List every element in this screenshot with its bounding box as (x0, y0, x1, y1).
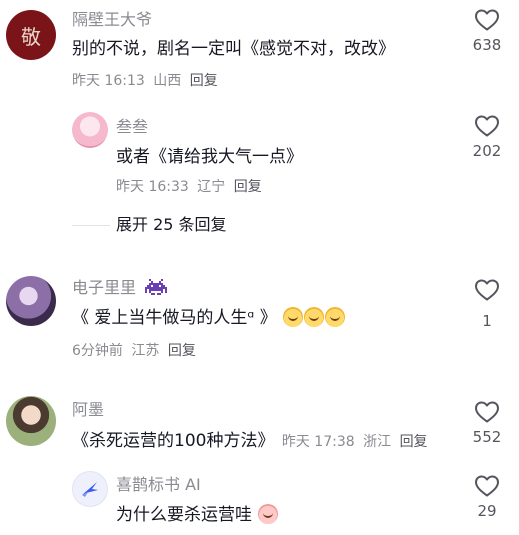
like-button[interactable]: 638 (457, 8, 517, 54)
comment-meta: 昨天 16:33 辽宁 回复 (116, 178, 262, 196)
comment-text-content: 《 爱上当牛做马的人生ᵅ 》 (72, 308, 277, 328)
comment-location: 山西 (153, 73, 182, 89)
like-button[interactable]: 1 (457, 278, 517, 330)
avatar-glyph: 敬 (21, 24, 41, 49)
laughing-emoji-icon (325, 307, 346, 327)
comment-meta: 6分钟前 江苏 回复 (72, 342, 196, 360)
reply-button[interactable]: 回复 (190, 73, 218, 89)
heart-icon (475, 401, 499, 423)
like-button[interactable]: 552 (457, 400, 517, 446)
reply-button[interactable]: 回复 (168, 343, 196, 359)
comment-time: 昨天 16:13 (72, 73, 145, 89)
comment-time: 6分钟前 (72, 343, 123, 359)
laughing-emoji-icon (283, 307, 304, 327)
like-button[interactable]: 29 (457, 474, 517, 520)
reply-button[interactable]: 回复 (234, 179, 262, 195)
comment-author[interactable]: 阿墨 (72, 400, 104, 420)
comment-text: 《杀死运营的100种方法》 昨天 17:38 浙江 回复 (72, 430, 428, 452)
like-count: 202 (472, 142, 502, 160)
comment-text: 或者《请给我大气一点》 (116, 147, 303, 167)
heart-icon (475, 475, 499, 497)
like-count: 29 (477, 502, 497, 520)
heart-icon (475, 115, 499, 137)
comment-author[interactable]: 电子里里 (72, 278, 168, 298)
comment-text: 别的不说，剧名一定叫《感觉不对，改改》 (72, 39, 395, 59)
like-button[interactable]: 202 (457, 114, 517, 160)
heart-icon (475, 9, 499, 31)
comment-location: 辽宁 (197, 179, 226, 195)
pixel-invader-icon (145, 279, 168, 295)
comment-text: 为什么要杀运营哇 (116, 504, 279, 526)
like-count: 552 (472, 428, 502, 446)
avatar[interactable] (72, 471, 108, 507)
author-name: 电子里里 (72, 278, 137, 297)
like-count: 638 (472, 36, 502, 54)
comment-meta: 昨天 17:38 浙江 回复 (282, 434, 428, 450)
comment-meta: 昨天 16:13 山西 回复 (72, 72, 218, 90)
comment-author[interactable]: 喜鹊标书 AI (116, 475, 201, 495)
expand-replies-button[interactable]: 展开 25 条回复 (116, 215, 227, 235)
comment-text-content: 《杀死运营的100种方法》 (72, 431, 275, 451)
reply-button[interactable]: 回复 (400, 434, 428, 450)
comment-time: 昨天 17:38 (281, 434, 355, 450)
comment-text: 《 爱上当牛做马的人生ᵅ 》 (72, 307, 346, 329)
magpie-logo-icon (82, 482, 98, 497)
comment-author[interactable]: 隔壁王大爷 (72, 10, 152, 30)
like-count: 1 (482, 312, 492, 330)
divider (72, 225, 110, 226)
avatar[interactable] (72, 112, 108, 148)
comment-location: 江苏 (131, 343, 160, 359)
heart-icon (475, 279, 499, 301)
comment-location: 浙江 (363, 434, 392, 450)
comment-author[interactable]: 叁叁 (116, 117, 148, 137)
laughing-emoji-icon (304, 307, 325, 327)
crying-emoji-icon (258, 504, 279, 524)
avatar[interactable] (6, 396, 56, 446)
comment-time: 昨天 16:33 (116, 179, 189, 195)
avatar[interactable] (6, 276, 56, 326)
comment-text-content: 为什么要杀运营哇 (116, 505, 252, 525)
avatar[interactable]: 敬 (6, 10, 56, 60)
